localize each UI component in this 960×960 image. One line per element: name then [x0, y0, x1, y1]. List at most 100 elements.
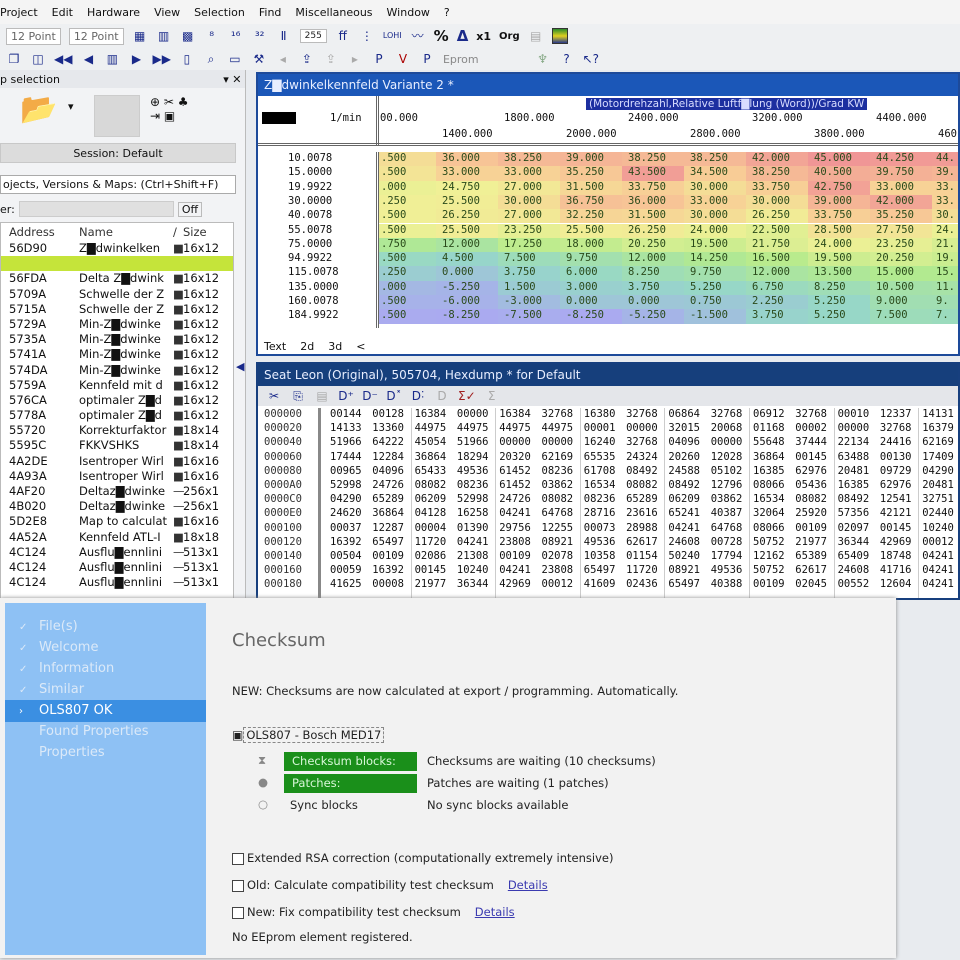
map-cell[interactable]: 25.500: [436, 194, 498, 210]
hex-value[interactable]: 36864: [372, 507, 404, 519]
map-cell[interactable]: 27.000: [498, 209, 560, 224]
map-cell[interactable]: .500: [379, 209, 436, 224]
map-list-row[interactable]: 576CA optimaler Z▇d ■ 16x12: [1, 393, 233, 408]
hex-value[interactable]: 04096: [372, 465, 404, 477]
hex-value[interactable]: 42969: [499, 578, 531, 590]
map-cell[interactable]: -8.250: [436, 309, 498, 324]
map-cell[interactable]: 33.000: [684, 194, 746, 210]
hex-value[interactable]: 32015: [668, 422, 700, 434]
map-cell[interactable]: 27.750: [870, 223, 932, 238]
hex-value[interactable]: 20320: [499, 451, 531, 463]
map-list-row[interactable]: 4A52A Kennfeld ATL-I ■ 18x18: [1, 530, 233, 545]
hex-value[interactable]: 08236: [457, 479, 489, 491]
map-cell[interactable]: 17.250: [498, 237, 560, 253]
hex-value[interactable]: 12028: [711, 451, 743, 463]
hex-value[interactable]: 36864: [415, 451, 447, 463]
map-cell[interactable]: 15.000: [870, 266, 932, 281]
prev-icon[interactable]: ◀: [80, 51, 96, 67]
next-icon[interactable]: ▶: [128, 51, 144, 67]
map-cell[interactable]: 32.250: [560, 209, 622, 224]
hex-value[interactable]: 02097: [838, 522, 870, 534]
map-list-row[interactable]: 4A93A Isentroper Wirl ■ 16x16: [1, 469, 233, 484]
map-list-row[interactable]: 5715A Schwelle der Z ■ 16x12: [1, 302, 233, 317]
column-view-icon[interactable]: ▯: [179, 51, 195, 67]
map-cell[interactable]: 0.000: [560, 295, 622, 310]
map-list-row[interactable]: 4C124 Ausflu▇ennlini —513x1: [1, 545, 233, 560]
map-cell[interactable]: .500: [379, 295, 436, 310]
project-icon[interactable]: [94, 95, 140, 137]
hex-value[interactable]: 16384: [499, 408, 531, 420]
first-icon[interactable]: ◀◀: [54, 51, 72, 67]
hex-value[interactable]: 04128: [415, 507, 447, 519]
hex-value[interactable]: 65535: [584, 451, 616, 463]
hex-value[interactable]: 50240: [668, 550, 700, 562]
map-cell[interactable]: 11.: [932, 280, 958, 295]
hex-value[interactable]: 02078: [542, 550, 574, 562]
map-cell[interactable]: 7.500: [870, 309, 932, 324]
hex-value[interactable]: 00073: [584, 522, 616, 534]
colors-icon[interactable]: [551, 28, 568, 44]
bits-icon[interactable]: ⋮: [359, 28, 375, 44]
menu-find[interactable]: Find: [259, 6, 282, 19]
map-cell[interactable]: 16.500: [746, 252, 808, 267]
hex-value[interactable]: 62976: [880, 479, 912, 491]
tab-2d[interactable]: 2d: [300, 340, 314, 353]
hex-value[interactable]: 16392: [372, 564, 404, 576]
details-link[interactable]: Details: [475, 905, 515, 919]
percent-button[interactable]: %: [434, 27, 449, 45]
map-cell[interactable]: 33.: [932, 180, 958, 195]
hex-value[interactable]: 25920: [795, 507, 827, 519]
map-cell[interactable]: 15.: [932, 266, 958, 281]
font-size-spinner-1[interactable]: 12 Point: [6, 27, 61, 45]
map-cell[interactable]: 44.: [932, 152, 958, 167]
menu-miscellaneous[interactable]: Miscellaneous: [295, 6, 372, 19]
hex-value[interactable]: 00965: [330, 465, 362, 477]
hex-value[interactable]: 65241: [668, 507, 700, 519]
map-cell[interactable]: 25.500: [560, 223, 622, 238]
hex-value[interactable]: 00000: [838, 422, 870, 434]
map-cell[interactable]: 6.750: [746, 280, 808, 295]
hex-value[interactable]: 64768: [542, 507, 574, 519]
hex-value[interactable]: 24324: [626, 451, 658, 463]
hex-value[interactable]: 12287: [372, 522, 404, 534]
cut-icon[interactable]: ✂: [266, 388, 282, 404]
hex-view-icon[interactable]: ▩: [180, 28, 196, 44]
hex-value[interactable]: 08066: [753, 522, 785, 534]
map-cell[interactable]: 36.000: [622, 194, 684, 210]
hex-value[interactable]: 51966: [457, 436, 489, 448]
hex-value[interactable]: 28716: [584, 507, 616, 519]
hex-value[interactable]: 08082: [626, 479, 658, 491]
map-cell[interactable]: 39.: [932, 166, 958, 181]
hex-value[interactable]: 00001: [584, 422, 616, 434]
map-cell[interactable]: 33.000: [436, 166, 498, 181]
hex-value[interactable]: 08492: [626, 465, 658, 477]
hex-value[interactable]: 24588: [668, 465, 700, 477]
hex-value[interactable]: 16379: [922, 422, 954, 434]
map-list-row[interactable]: 5709A Schwelle der Z ■ 16x12: [1, 287, 233, 302]
map-cell[interactable]: 33.000: [498, 166, 560, 181]
hex-value[interactable]: 24416: [880, 436, 912, 448]
map-cell[interactable]: 4.500: [436, 252, 498, 267]
hex-value[interactable]: 32768: [626, 436, 658, 448]
hex-value[interactable]: 41716: [880, 564, 912, 576]
hex-value[interactable]: 16384: [415, 408, 447, 420]
columns-icon[interactable]: ▥: [156, 28, 172, 44]
map-cell[interactable]: 26.250: [622, 223, 684, 238]
hex-value[interactable]: 02086: [415, 550, 447, 562]
hex-value[interactable]: 36344: [838, 536, 870, 548]
map-cell[interactable]: 19.: [932, 252, 958, 267]
map-cell[interactable]: 25.500: [436, 223, 498, 238]
hex-value[interactable]: 20481: [838, 465, 870, 477]
wizard-step[interactable]: Found Properties: [5, 721, 206, 743]
hex-value[interactable]: 36864: [753, 451, 785, 463]
map-cell[interactable]: 12.000: [746, 266, 808, 281]
map-cell[interactable]: 3.750: [622, 280, 684, 295]
hex-value[interactable]: 12255: [542, 522, 574, 534]
hex-value[interactable]: 00012: [922, 536, 954, 548]
map-cell[interactable]: 35.250: [560, 166, 622, 181]
hex-value[interactable]: 12796: [711, 479, 743, 491]
list-icon[interactable]: ▥: [104, 51, 120, 67]
hex-value[interactable]: 41609: [584, 578, 616, 590]
hex-value[interactable]: 65409: [838, 550, 870, 562]
map-cell[interactable]: 8.250: [622, 266, 684, 281]
